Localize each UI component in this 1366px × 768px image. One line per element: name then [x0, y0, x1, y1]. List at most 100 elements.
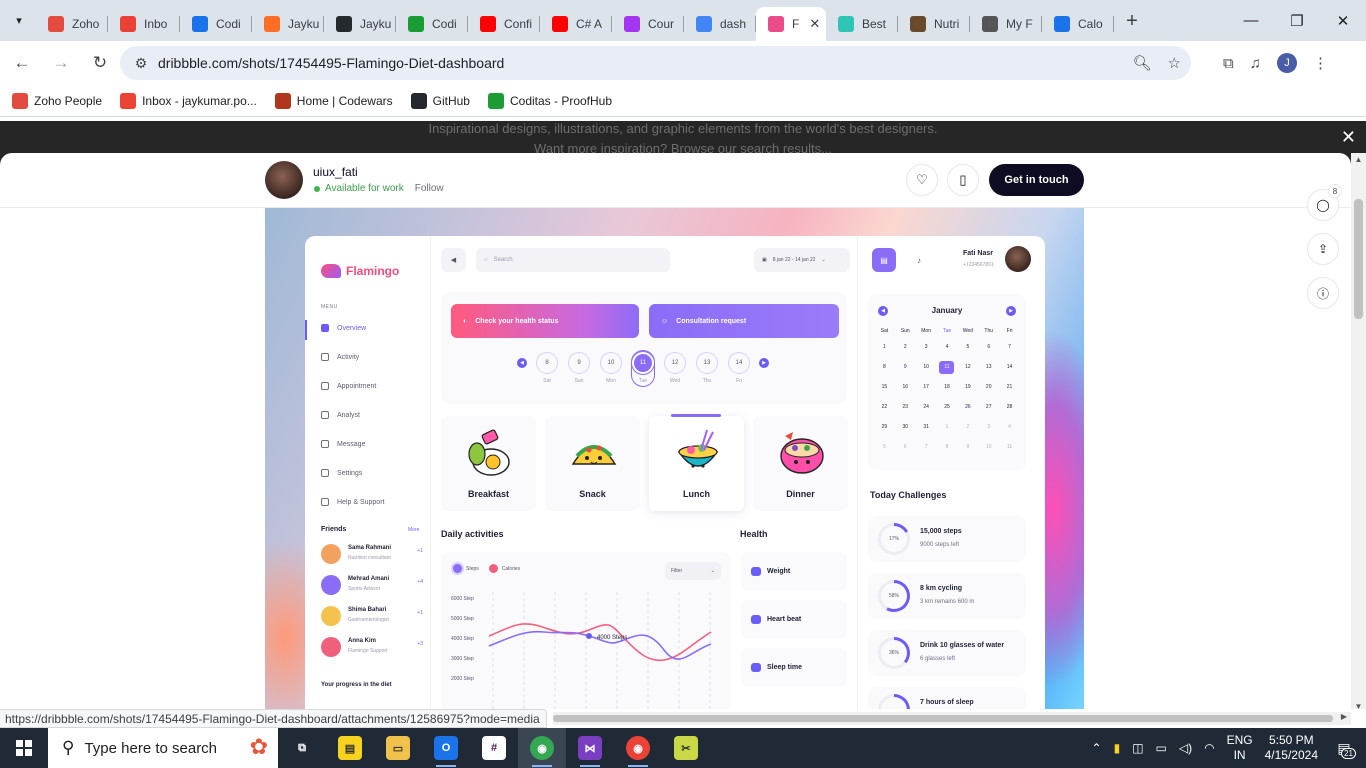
tab-active[interactable]: F ✕: [756, 6, 826, 41]
follow-link[interactable]: Follow: [415, 183, 444, 194]
back-button[interactable]: ←: [5, 46, 39, 80]
tab[interactable]: dash: [684, 7, 756, 41]
taskbar-slack[interactable]: #: [470, 728, 518, 768]
tab[interactable]: Calo: [1042, 7, 1114, 41]
search-icon: ⚲: [62, 738, 75, 757]
health-item-label: Weight: [767, 567, 791, 575]
wifi-icon[interactable]: ◠: [1204, 741, 1214, 755]
profile-avatar[interactable]: J: [1277, 53, 1297, 73]
tab-title: dash: [720, 16, 747, 31]
kebab-menu-icon[interactable]: ⋮: [1313, 54, 1328, 72]
extensions-icon[interactable]: ⧉: [1223, 55, 1234, 72]
daily-activities-chart: Steps Calories Filter ⌄ 6000 Step 5000 St…: [441, 552, 731, 709]
chevron-up-icon[interactable]: ⌃: [1092, 741, 1102, 755]
taskbar-chrome-active[interactable]: ◉: [518, 728, 566, 768]
comments-button[interactable]: ◯ 8: [1307, 184, 1342, 221]
info-button[interactable]: ⓘ: [1307, 277, 1339, 309]
address-bar[interactable]: ⚙ dribbble.com/shots/17454495-Flamingo-D…: [120, 46, 1191, 80]
tab[interactable]: Jayku: [324, 7, 396, 41]
friend-row: Anna Kim Flamingo Support +3: [321, 635, 425, 659]
taskbar-outlook[interactable]: O: [422, 728, 470, 768]
calendar-day: 7: [924, 444, 928, 450]
taskbar-chrome[interactable]: ◉: [614, 728, 662, 768]
shot-image[interactable]: Flamingo MENU Overview Activity Appointmen…: [265, 208, 1084, 709]
tab[interactable]: My F: [970, 7, 1042, 41]
proofhub-icon: [408, 15, 424, 32]
tab[interactable]: Jayku: [252, 7, 324, 41]
author-avatar[interactable]: [265, 161, 303, 199]
input-language[interactable]: ENG IN: [1227, 733, 1253, 763]
scroll-down-icon[interactable]: ▼: [1351, 702, 1366, 709]
tab[interactable]: Nutri: [898, 7, 970, 41]
calendar-day: 2: [966, 424, 970, 430]
nutrition-icon: [910, 15, 926, 32]
calendar-day: 5: [883, 444, 886, 450]
tab[interactable]: Zoho: [36, 7, 108, 41]
vertical-scrollbar[interactable]: ▲ ▼: [1351, 153, 1366, 709]
tab[interactable]: Codi: [180, 7, 252, 41]
forward-button[interactable]: →: [44, 46, 78, 80]
bookmark-item[interactable]: GitHub: [410, 92, 470, 109]
address-url[interactable]: dribbble.com/shots/17454495-Flamingo-Die…: [158, 55, 504, 71]
tab[interactable]: Inbo: [108, 7, 180, 41]
tab[interactable]: Codi: [396, 7, 468, 41]
bookmark-item[interactable]: Home | Codewars: [274, 92, 393, 109]
calendar-day: 8: [945, 444, 949, 450]
get-in-touch-button[interactable]: Get in touch: [989, 164, 1084, 196]
legend-calories: Calories: [488, 564, 520, 573]
calendar-day: 10: [923, 364, 929, 370]
media-control-icon[interactable]: ♫: [1250, 55, 1261, 72]
restore-button[interactable]: ❐: [1274, 0, 1320, 41]
security-icon[interactable]: ▮: [1114, 741, 1121, 755]
taskbar-file-explorer[interactable]: ▭: [374, 728, 422, 768]
bookmark-star-icon[interactable]: ☆: [1168, 54, 1181, 72]
close-overlay-button[interactable]: ✕: [1341, 127, 1356, 148]
y-tick-label: 6000 Step: [451, 596, 474, 602]
vertical-scroll-thumb[interactable]: [1354, 199, 1363, 319]
calendar-weekday: Wed: [962, 328, 973, 334]
scroll-up-icon[interactable]: ▲: [1351, 155, 1366, 164]
taskbar-sticky-notes[interactable]: ▤: [326, 728, 374, 768]
taskbar-search[interactable]: ⚲ Type here to search ✿: [48, 728, 278, 768]
activity-line-chart: 6000 Step 5000 Step 4000 Step 3000 Step 2000…: [451, 592, 712, 709]
meet-now-icon[interactable]: ◫: [1132, 741, 1143, 755]
taskbar-visual-studio[interactable]: ⋈: [566, 728, 614, 768]
site-info-icon[interactable]: ⚙: [126, 55, 156, 72]
author-name[interactable]: uiux_fati: [313, 165, 358, 179]
tab[interactable]: C# A: [540, 7, 612, 41]
horizontal-scroll-thumb[interactable]: [553, 715, 1333, 722]
tab[interactable]: Cour: [612, 7, 684, 41]
tab[interactable]: Best: [826, 7, 898, 41]
reload-button[interactable]: ↻: [83, 46, 117, 80]
save-button[interactable]: ▯: [947, 164, 979, 196]
calendar-day: 7: [1008, 344, 1011, 350]
close-tab-icon[interactable]: ✕: [809, 16, 820, 32]
start-button[interactable]: [0, 728, 48, 768]
tab[interactable]: Confi: [468, 7, 540, 41]
zoom-icon[interactable]: 🔍︎: [1133, 54, 1152, 72]
bookmark-item[interactable]: Zoho People: [12, 92, 102, 109]
like-button[interactable]: ♡: [906, 164, 938, 196]
horizontal-scrollbar[interactable]: ▶: [553, 712, 1351, 725]
battery-icon[interactable]: ▭: [1156, 741, 1167, 755]
date-range-picker: ▣ 8 jan 22 - 14 jan 22 ⌄: [754, 248, 850, 272]
notification-center-button[interactable]: ▤ 21: [1330, 734, 1358, 762]
taskbar-clock[interactable]: 5:50 PM 4/15/2024: [1265, 733, 1318, 763]
friend-avatar: [321, 637, 341, 657]
new-tab-button[interactable]: +: [1118, 8, 1146, 36]
bookmark-item[interactable]: Coditas - ProofHub: [487, 92, 612, 109]
date-chip: 13 Thu: [695, 352, 719, 384]
y-tick-label: 5000 Step: [451, 616, 474, 622]
close-window-button[interactable]: ✕: [1320, 0, 1366, 41]
volume-icon[interactable]: ◁): [1179, 741, 1192, 755]
minimize-button[interactable]: —: [1228, 0, 1274, 41]
date-chip: 8 Sat: [535, 352, 559, 384]
task-view-button[interactable]: ⧉: [278, 728, 326, 768]
quick-actions-panel: ◐ Check your health status ☺ Consultatio…: [441, 292, 847, 404]
bookmark-item[interactable]: Inbox - jaykumar.po...: [120, 92, 257, 109]
share-button[interactable]: ⇪: [1307, 233, 1339, 265]
taskbar-snipping-tool[interactable]: ✂: [662, 728, 710, 768]
scroll-right-icon[interactable]: ▶: [1341, 712, 1347, 721]
tab-search-button[interactable]: ▾: [5, 7, 33, 35]
health-item-label: Sleep time: [767, 663, 803, 671]
